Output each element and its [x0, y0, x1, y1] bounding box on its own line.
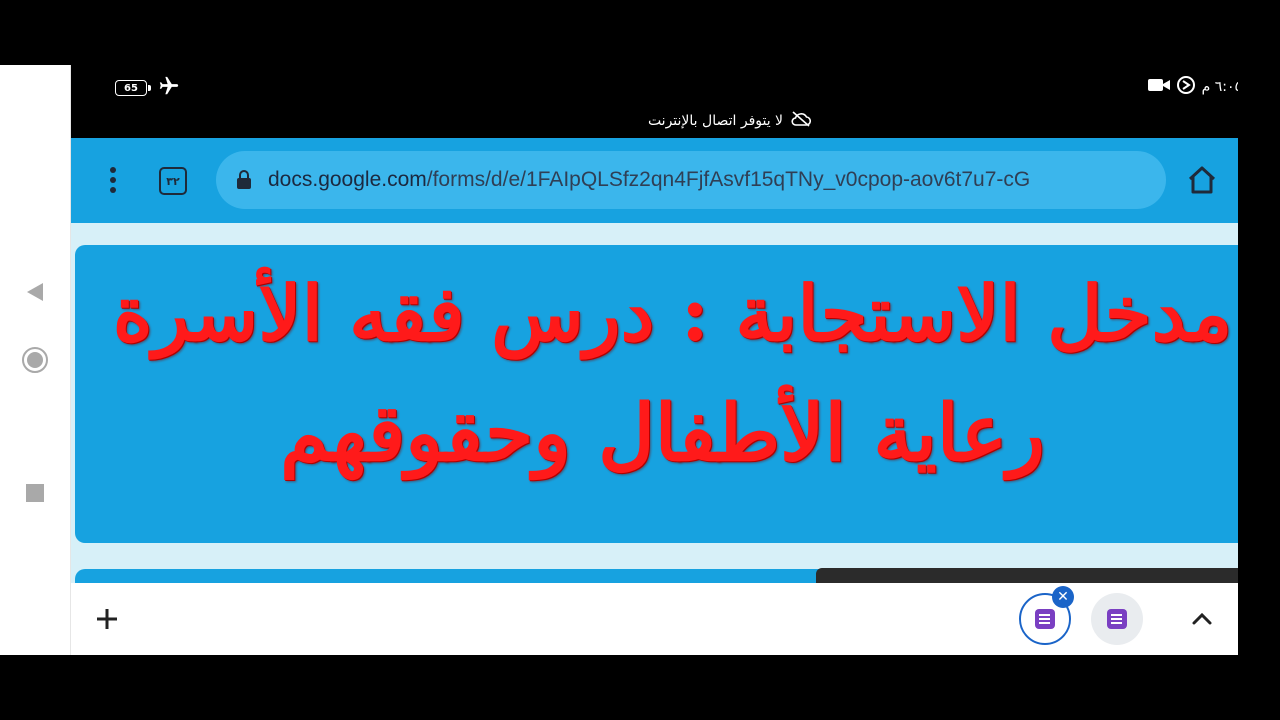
status-bar: 65 ٦:٠٥ م — [71, 65, 1238, 105]
url-path: /forms/d/e/1FAIpQLSfz2qn4FjfAsvf15qTNy_v… — [426, 168, 1031, 191]
chevron-up-icon[interactable] — [1188, 605, 1216, 633]
tab-count: ٣٢ — [166, 174, 180, 188]
system-navigation-bar — [0, 65, 71, 655]
status-right-icons: ٦:٠٥ م — [1147, 75, 1238, 99]
url-domain: docs.google.com — [268, 168, 427, 191]
status-left-icons: 65 — [115, 75, 181, 101]
google-forms-icon — [1035, 609, 1055, 629]
form-title-line-2: رعاية الأطفال وحقوقهم — [280, 388, 1045, 479]
google-forms-icon — [1107, 609, 1127, 629]
address-bar[interactable]: docs.google.com/forms/d/e/1FAIpQLSfz2qn4… — [216, 151, 1166, 209]
video-camera-icon — [1147, 77, 1170, 97]
cloud-off-icon — [791, 111, 812, 131]
browser-home-icon[interactable] — [1186, 164, 1218, 196]
clock: ٦:٠٥ م — [1201, 79, 1238, 95]
form-title-line-1: مدخل الاستجابة : درس فقه الأسرة — [112, 269, 1233, 358]
back-icon[interactable] — [20, 277, 50, 307]
recent-apps-icon[interactable] — [20, 478, 50, 508]
url-text[interactable]: docs.google.com/forms/d/e/1FAIpQLSfz2qn4… — [268, 168, 1030, 192]
lock-icon[interactable] — [236, 169, 254, 191]
inactive-tab-forms[interactable] — [1091, 593, 1143, 645]
airplane-mode-icon — [157, 75, 181, 101]
form-page: مدخل الاستجابة : درس فقه الأسرة رعاية ال… — [71, 223, 1238, 583]
offline-banner: لا يتوفر اتصال بالإنترنت — [71, 111, 1238, 131]
offline-message: لا يتوفر اتصال بالإنترنت — [647, 113, 784, 129]
battery-icon: 65 — [115, 80, 151, 96]
overlay-panel — [816, 568, 1238, 583]
tab-strip: ✕ — [71, 583, 1238, 655]
battery-level: 65 — [124, 82, 138, 94]
tab-switcher-button[interactable]: ٣٢ — [159, 167, 187, 195]
close-tab-icon[interactable]: ✕ — [1052, 586, 1074, 608]
browser-toolbar: ٣٢ docs.google.com/forms/d/e/1FAIpQLSfz2… — [71, 138, 1238, 223]
home-icon[interactable] — [20, 345, 50, 375]
form-title-card: مدخل الاستجابة : درس فقه الأسرة رعاية ال… — [75, 245, 1238, 543]
menu-icon[interactable] — [99, 164, 127, 196]
new-tab-plus-icon[interactable] — [93, 605, 121, 633]
device-screen: 65 ٦:٠٥ م لا يتوفر اتصال بالإنترنت — [71, 65, 1238, 655]
form-title: مدخل الاستجابة : درس فقه الأسرة رعاية ال… — [75, 259, 1238, 499]
screen-record-icon — [1176, 75, 1196, 99]
form-section-card — [75, 569, 820, 583]
